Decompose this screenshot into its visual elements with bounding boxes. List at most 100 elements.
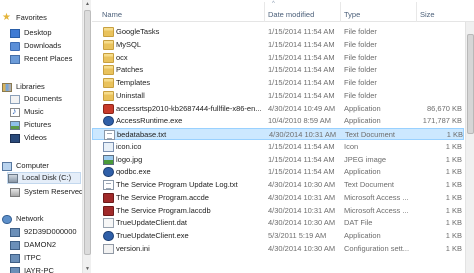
star-icon bbox=[2, 13, 12, 23]
column-header-bar: ^ Name Date modified Type Size bbox=[92, 0, 474, 22]
file-size bbox=[420, 52, 462, 64]
file-row[interactable]: The Service Program.accde 4/30/2014 10:31… bbox=[92, 192, 464, 204]
column-header-size[interactable]: Size bbox=[420, 0, 435, 22]
nav-item-label: Local Disk (C:) bbox=[22, 173, 72, 182]
nav-item-network-pc-2[interactable]: DAMON2 bbox=[10, 239, 56, 251]
computer-icon bbox=[10, 253, 20, 263]
file-name: icon.ico bbox=[116, 141, 142, 151]
file-row[interactable]: icon.ico 1/15/2014 11:54 AM Icon 1 KB bbox=[92, 141, 464, 153]
computer-icon bbox=[10, 227, 20, 237]
file-type: Text Document bbox=[345, 130, 396, 139]
folder-icon bbox=[103, 39, 114, 50]
nav-item-desktop[interactable]: Desktop bbox=[10, 27, 52, 39]
nav-item-local-disk[interactable]: Local Disk (C:) bbox=[7, 172, 81, 184]
nav-item-documents[interactable]: Documents bbox=[10, 93, 62, 105]
nav-item-network-pc-3[interactable]: ITPC bbox=[10, 252, 41, 264]
file-name: logo.jpg bbox=[116, 154, 143, 164]
file-row[interactable]: version.ini 4/30/2014 10:30 AM Configurati… bbox=[92, 243, 464, 255]
nav-libraries-label: Libraries bbox=[16, 82, 45, 91]
file-row[interactable]: AccessRuntime.exe 10/4/2010 8:59 AM Applic… bbox=[92, 115, 464, 127]
music-icon bbox=[10, 106, 20, 117]
column-divider[interactable] bbox=[416, 2, 417, 22]
file-row[interactable]: Uninstall 1/15/2014 11:54 AM File folder bbox=[92, 90, 464, 102]
nav-item-network-pc-4[interactable]: IAYR-PC bbox=[10, 265, 54, 273]
file-row[interactable]: TrueUpdateClient.dat 4/30/2014 10:30 AM DA… bbox=[92, 217, 464, 229]
file-date-modified: 1/15/2014 11:54 AM bbox=[268, 154, 335, 164]
file-date-modified: 5/3/2011 5:19 AM bbox=[268, 231, 327, 240]
nav-item-label: IAYR-PC bbox=[24, 266, 54, 273]
file-type: Application bbox=[344, 231, 381, 240]
file-type: Application bbox=[344, 103, 381, 113]
nav-item-recent-places[interactable]: Recent Places bbox=[10, 53, 72, 65]
file-row[interactable]: MySQL 1/15/2014 11:54 AM File folder bbox=[92, 39, 464, 51]
folder-icon bbox=[103, 78, 114, 88]
file-size: 86,670 KB bbox=[426, 103, 462, 113]
file-row[interactable]: TrueUpdateClient.exe 5/3/2011 5:19 AM Appl… bbox=[92, 230, 464, 242]
nav-item-music[interactable]: Music bbox=[10, 106, 44, 118]
file-date-modified: 1/15/2014 11:54 AM bbox=[268, 39, 335, 49]
file-row[interactable]: logo.jpg 1/15/2014 11:54 AM JPEG image 1 KB bbox=[92, 154, 464, 166]
file-size bbox=[420, 39, 462, 51]
nav-item-videos[interactable]: Videos bbox=[10, 132, 47, 144]
file-row[interactable]: qodbc.exe 1/15/2014 11:54 AM Application 1 … bbox=[92, 166, 464, 178]
file-size: 1 KB bbox=[445, 243, 462, 253]
column-header-date[interactable]: Date modified bbox=[268, 0, 314, 22]
nav-item-system-reserved[interactable]: System Reserved bbox=[10, 186, 82, 198]
file-date-modified: 1/15/2014 11:54 AM bbox=[268, 90, 335, 100]
file-date-modified: 4/30/2014 10:31 AM bbox=[269, 130, 337, 139]
file-row[interactable]: GoogleTasks 1/15/2014 11:54 AM File folder bbox=[92, 26, 464, 38]
file-type: Application bbox=[344, 116, 381, 126]
scroll-up-icon[interactable]: ▲ bbox=[84, 0, 91, 8]
file-date-modified: 1/15/2014 11:54 AM bbox=[268, 27, 335, 36]
file-row[interactable]: Templates 1/15/2014 11:54 AM File folder bbox=[92, 77, 464, 89]
file-list-scrollbar[interactable] bbox=[465, 22, 474, 273]
nav-network[interactable]: Network bbox=[2, 213, 44, 225]
nav-computer[interactable]: Computer bbox=[2, 160, 49, 172]
nav-item-label: System Reserved bbox=[24, 187, 82, 196]
ico-file-icon bbox=[103, 141, 114, 152]
nav-item-label: Pictures bbox=[24, 120, 52, 129]
file-row[interactable]: Patches 1/15/2014 11:54 AM File folder bbox=[92, 64, 464, 76]
nav-item-label: DAMON2 bbox=[24, 240, 57, 249]
nav-item-label: Recent Places bbox=[24, 54, 73, 63]
access-file-icon bbox=[103, 205, 114, 216]
nav-favorites[interactable]: Favorites bbox=[2, 12, 47, 24]
file-name: The Service Program.laccdb bbox=[116, 205, 211, 215]
file-type: Microsoft Access ... bbox=[344, 192, 409, 202]
file-name: bedatabase.txt bbox=[117, 130, 167, 139]
file-name: Uninstall bbox=[116, 90, 145, 100]
file-row[interactable]: The Service Program.laccdb 4/30/2014 10:3… bbox=[92, 205, 464, 217]
nav-item-downloads[interactable]: Downloads bbox=[10, 40, 61, 52]
file-size: 1 KB bbox=[445, 141, 462, 151]
nav-item-network-pc-1[interactable]: 92D39D000000 bbox=[10, 226, 77, 238]
file-date-modified: 1/15/2014 11:54 AM bbox=[268, 52, 335, 62]
column-header-name[interactable]: Name bbox=[102, 0, 122, 22]
file-type: Text Document bbox=[344, 180, 395, 189]
file-type: DAT File bbox=[344, 218, 373, 228]
scroll-down-icon[interactable]: ▼ bbox=[84, 265, 91, 273]
file-name: ocx bbox=[116, 52, 128, 62]
column-divider[interactable] bbox=[340, 2, 341, 22]
scrollbar-thumb[interactable] bbox=[84, 10, 91, 255]
file-name: qodbc.exe bbox=[116, 167, 151, 177]
file-row[interactable]: accessrtsp2010-kb2687444-fullfile-x86-en… bbox=[92, 103, 464, 115]
file-name: accessrtsp2010-kb2687444-fullfile-x86-en… bbox=[116, 103, 262, 113]
recent-places-icon bbox=[10, 54, 20, 64]
file-size: 1 KB bbox=[445, 231, 462, 240]
file-row[interactable]: ocx 1/15/2014 11:54 AM File folder bbox=[92, 52, 464, 64]
nav-libraries[interactable]: Libraries bbox=[2, 81, 45, 93]
scrollbar-thumb[interactable] bbox=[467, 34, 474, 134]
file-date-modified: 4/30/2014 10:31 AM bbox=[268, 192, 336, 202]
file-size bbox=[420, 64, 462, 76]
downloads-icon bbox=[10, 41, 20, 51]
column-header-type[interactable]: Type bbox=[344, 0, 360, 22]
nav-item-label: Music bbox=[24, 107, 44, 116]
file-type: Icon bbox=[344, 141, 359, 151]
ini-file-icon bbox=[103, 243, 114, 254]
file-row[interactable]: bedatabase.txt 4/30/2014 10:31 AM Text Doc… bbox=[92, 128, 464, 140]
column-divider[interactable] bbox=[264, 2, 265, 22]
nav-favorites-label: Favorites bbox=[16, 13, 47, 22]
file-row[interactable]: The Service Program Update Log.txt 4/30/2… bbox=[92, 179, 464, 191]
nav-item-pictures[interactable]: Pictures bbox=[10, 119, 51, 131]
navigation-pane-scrollbar[interactable]: ▲ ▼ bbox=[82, 0, 91, 273]
